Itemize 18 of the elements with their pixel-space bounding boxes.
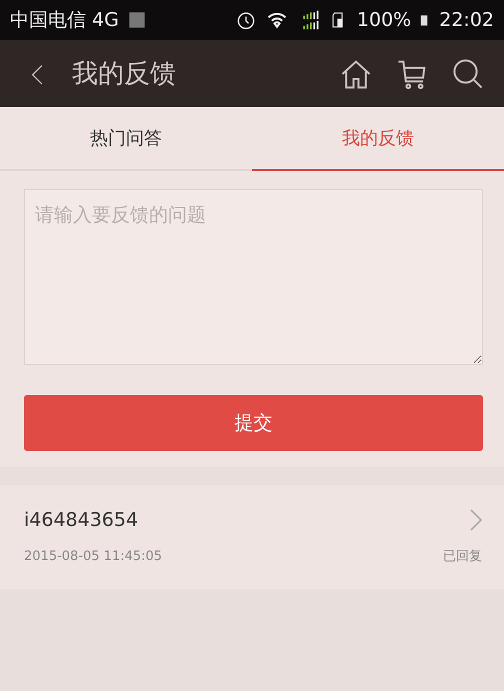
clock-text: 22:02 bbox=[439, 9, 494, 31]
carrier-text: 中国电信 4G bbox=[10, 8, 119, 33]
feedback-input[interactable]: 请输入要反馈的问题 bbox=[24, 189, 483, 365]
page-title: 我的反馈 bbox=[72, 58, 177, 91]
feedback-date: 2015-08-05 11:45:05 bbox=[24, 548, 164, 564]
search-icon bbox=[452, 58, 484, 90]
battery-text: 100% bbox=[356, 9, 412, 31]
feedback-item[interactable]: i464843654 2015-08-05 11:45:05 已回复 bbox=[0, 485, 504, 589]
reply-status: 已回复 bbox=[443, 548, 482, 565]
submit-button[interactable]: 提交 bbox=[24, 395, 483, 451]
cart-icon bbox=[396, 58, 428, 90]
search-button[interactable] bbox=[452, 58, 484, 90]
cart-button[interactable] bbox=[396, 58, 428, 90]
tab[interactable]: 热门问答 bbox=[0, 107, 252, 171]
home-icon bbox=[340, 58, 372, 90]
feedback-id: i464843654 bbox=[24, 509, 140, 531]
chevron-right-icon bbox=[470, 509, 482, 531]
home-button[interactable] bbox=[340, 58, 372, 90]
